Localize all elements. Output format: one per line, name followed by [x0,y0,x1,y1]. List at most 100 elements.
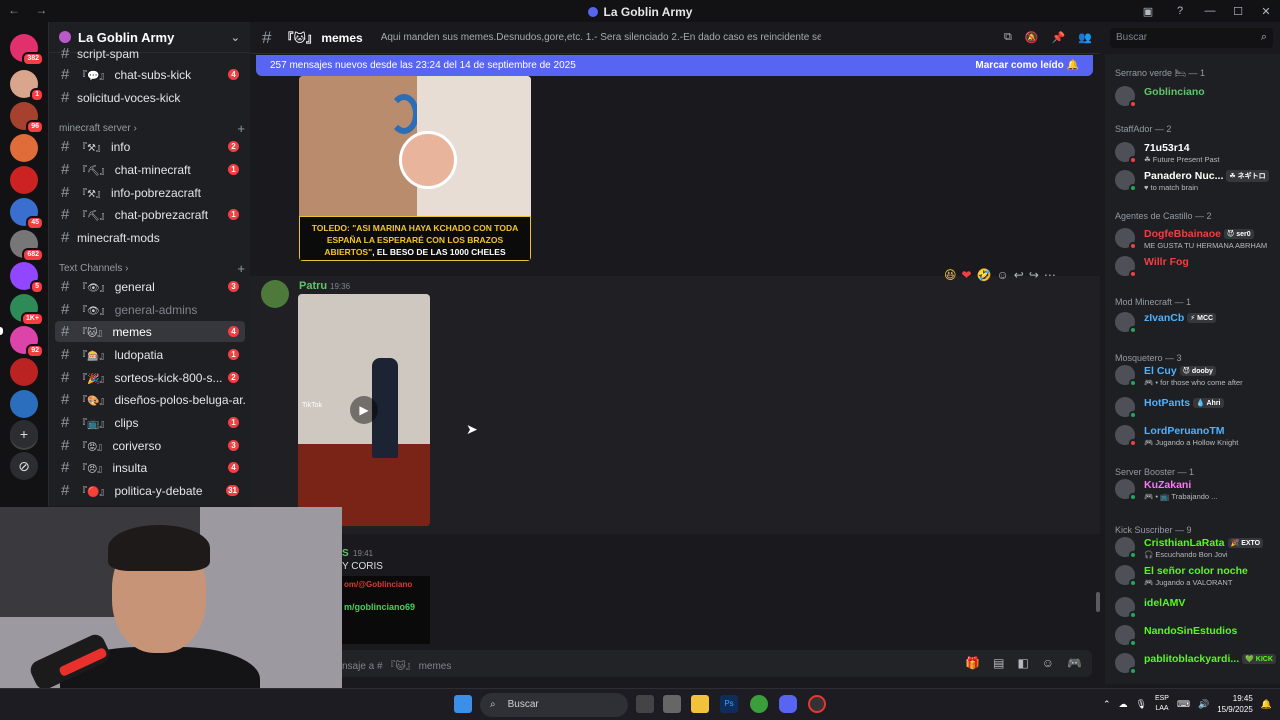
discover-icon[interactable]: ⊘ [10,452,38,480]
channel-chat-minecraft[interactable]: # 『⛏』 chat-minecraft 1 [55,159,245,180]
member-item[interactable]: El Cuy 😈 dooby 🎮 • for those who come afte… [1115,363,1275,391]
member-item[interactable]: Goblinciano [1115,84,1275,112]
meme-image[interactable]: TOLEDO: "ASI MARINA HAYA KCHADO CON TODA… [299,76,531,261]
add-server-icon[interactable]: + [10,420,38,448]
gif-icon[interactable]: ▤ [993,656,1004,670]
channel-solicitud-voces-kick[interactable]: # solicitud-voces-kick [55,87,245,108]
member-item[interactable]: KuZakani 🎮 • 📺 Trabajando ... [1115,477,1275,505]
more-icon[interactable]: ⋯ [1044,268,1056,282]
server-icon[interactable] [10,358,38,386]
server-icon[interactable]: 1K+ [10,294,44,326]
member-item[interactable]: 71u53r14 ☘ Future Present Past [1115,140,1275,168]
member-item[interactable]: LordPeruanoTM 🎮 Jugando a Hollow Knight [1115,423,1275,451]
channel-general-admins[interactable]: # 『👁』 general-admins [55,299,245,320]
minimize-button[interactable]: — [1196,5,1224,17]
inbox-icon[interactable]: ▣ [1132,5,1164,18]
onedrive-icon[interactable]: ☁ [1119,699,1128,710]
server-icon[interactable]: 5 [10,262,44,294]
member-item[interactable]: Panadero Nuc... ☘ ネギトロ ♥ to match brain [1115,168,1275,196]
reply-icon[interactable]: ↩ [1014,268,1024,282]
image-attachment[interactable]: om/@Goblinciano m/goblinciano69 [342,576,430,644]
file-explorer-icon[interactable] [691,695,709,713]
pin-icon[interactable]: 📌 [1052,31,1066,44]
add-channel-icon[interactable]: + [237,121,245,136]
clock[interactable]: 19:45 15/9/2025 [1217,693,1253,715]
reaction-grin-icon[interactable]: 😆 [944,268,957,282]
channel-sorteos-kick-800-s-[interactable]: # 『🎉』 sorteos-kick-800-s... 2 [55,367,245,388]
channel-dise-os-polos-beluga-ar-[interactable]: # 『🎨』 diseños-polos-beluga-ar... [55,389,245,410]
server-icon[interactable]: 382 [10,34,44,66]
add-reaction-icon[interactable]: ☺ [997,268,1009,282]
channel-chat-subs-kick[interactable]: # 『💬』 chat-subs-kick 4 [55,64,245,85]
video-attachment[interactable]: TikTok ▶ [298,294,430,526]
members-icon[interactable]: 👥 [1078,31,1092,44]
member-item[interactable]: DogfeBbainaoe 😈 ser0 ME GUSTA TU HERMANA A… [1115,226,1275,254]
chevron-down-icon[interactable]: ⌄ [231,31,240,44]
notification-icon[interactable]: 🔔 [1261,699,1272,710]
channel-category[interactable]: minecraft server › + [59,121,245,136]
new-messages-banner[interactable]: 257 mensajes nuevos desde las 23:24 del … [256,55,1093,76]
sticker-icon[interactable]: ◧ [1017,656,1028,670]
channel-coriverso[interactable]: # 『😡』 coriverso 3 [55,435,245,456]
obs-icon[interactable] [808,695,826,713]
channel-chat-pobrezacraft[interactable]: # 『⛏』 chat-pobrezacraft 1 [55,204,245,225]
server-icon[interactable] [10,134,38,162]
member-item[interactable]: Willr Fog [1115,254,1275,282]
forward-icon[interactable]: ↪ [1029,268,1039,282]
message-input[interactable]: nsaje a # 『🐱』 memes 🎁 ▤ ◧ ☺ 🎮 [250,650,1092,677]
server-icon[interactable]: 45 [10,198,44,230]
channel-script-spam[interactable]: # script-spam [55,43,245,64]
help-icon[interactable]: ? [1164,5,1196,17]
member-item[interactable]: El señor color noche 🎮 Jugando a VALORANT [1115,563,1275,591]
chrome-icon[interactable] [750,695,768,713]
member-item[interactable]: NandoSinEstudios [1115,623,1275,651]
task-view-icon[interactable] [636,695,654,713]
language-indicator[interactable]: ESP LAA [1155,694,1169,714]
server-icon[interactable] [10,390,38,418]
member-item[interactable]: CristhianLaRata 🎉 EXTO 🎧 Escuchando Bon Jo… [1115,535,1275,563]
mark-as-read-button[interactable]: Marcar como leído 🔔 [975,60,1079,71]
channel-category[interactable]: Text Channels › + [59,261,245,276]
close-button[interactable]: ✕ [1252,5,1280,18]
reaction-laugh-icon[interactable]: 🤣 [977,268,992,282]
mic-icon[interactable]: 🎙 [1136,699,1147,710]
gift-icon[interactable]: 🎁 [965,656,980,670]
discord-taskbar-icon[interactable] [779,695,797,713]
emoji-icon[interactable]: ☺ [1042,656,1054,670]
member-item[interactable]: pablitoblackyardi... 💚 KICK [1115,651,1276,679]
server-icon[interactable]: 96 [10,102,44,134]
network-icon[interactable]: ⌨ [1177,699,1190,710]
apps-icon[interactable]: 🎮 [1067,656,1082,670]
threads-icon[interactable]: ⧉ [1004,31,1012,44]
mute-icon[interactable]: 🔕 [1025,31,1039,44]
server-icon[interactable]: 92 [10,326,44,358]
photoshop-icon[interactable]: Ps [720,695,738,713]
tray-chevron-icon[interactable]: ⌃ [1103,699,1111,710]
channel-minecraft-mods[interactable]: # minecraft-mods [55,227,245,248]
scrollbar[interactable] [1096,592,1100,612]
maximize-button[interactable]: ☐ [1224,5,1252,18]
taskbar-search[interactable]: ⌕ Buscar [480,693,628,717]
windows-start-icon[interactable] [454,695,472,713]
channel-clips[interactable]: # 『📺』 clips 1 [55,412,245,433]
member-item[interactable]: zIvanCb ⚡ MCC [1115,310,1275,338]
channel-topic[interactable]: Aqui manden sus memes.Desnudos,gore,etc.… [381,32,821,43]
channel-insulta[interactable]: # 『😠』 insulta 4 [55,457,245,478]
server-icon[interactable] [10,166,38,194]
channel-info-pobrezacraft[interactable]: # 『⚒』 info-pobrezacraft [55,182,245,203]
play-icon[interactable]: ▶ [350,396,378,424]
reaction-heart-icon[interactable]: ❤ [962,268,972,282]
channel-general[interactable]: # 『👁』 general 3 [55,276,245,297]
avatar[interactable] [261,280,289,308]
member-item[interactable]: HotPants 💧 Ahri [1115,395,1275,423]
member-item[interactable]: idelAMV [1115,595,1275,623]
add-channel-icon[interactable]: + [237,261,245,276]
server-icon[interactable]: 682 [10,230,44,262]
app-icon[interactable] [663,695,681,713]
volume-icon[interactable]: 🔊 [1198,699,1209,710]
message-author[interactable]: S [342,548,349,559]
channel-info[interactable]: # 『⚒』 info 2 [55,136,245,157]
channel-ludopatia[interactable]: # 『🎰』 ludopatia 1 [55,344,245,365]
channel-politica-y-debate[interactable]: # 『🔴』 politica-y-debate 31 [55,480,245,501]
search-input[interactable]: Buscar ⌕ [1110,28,1273,48]
